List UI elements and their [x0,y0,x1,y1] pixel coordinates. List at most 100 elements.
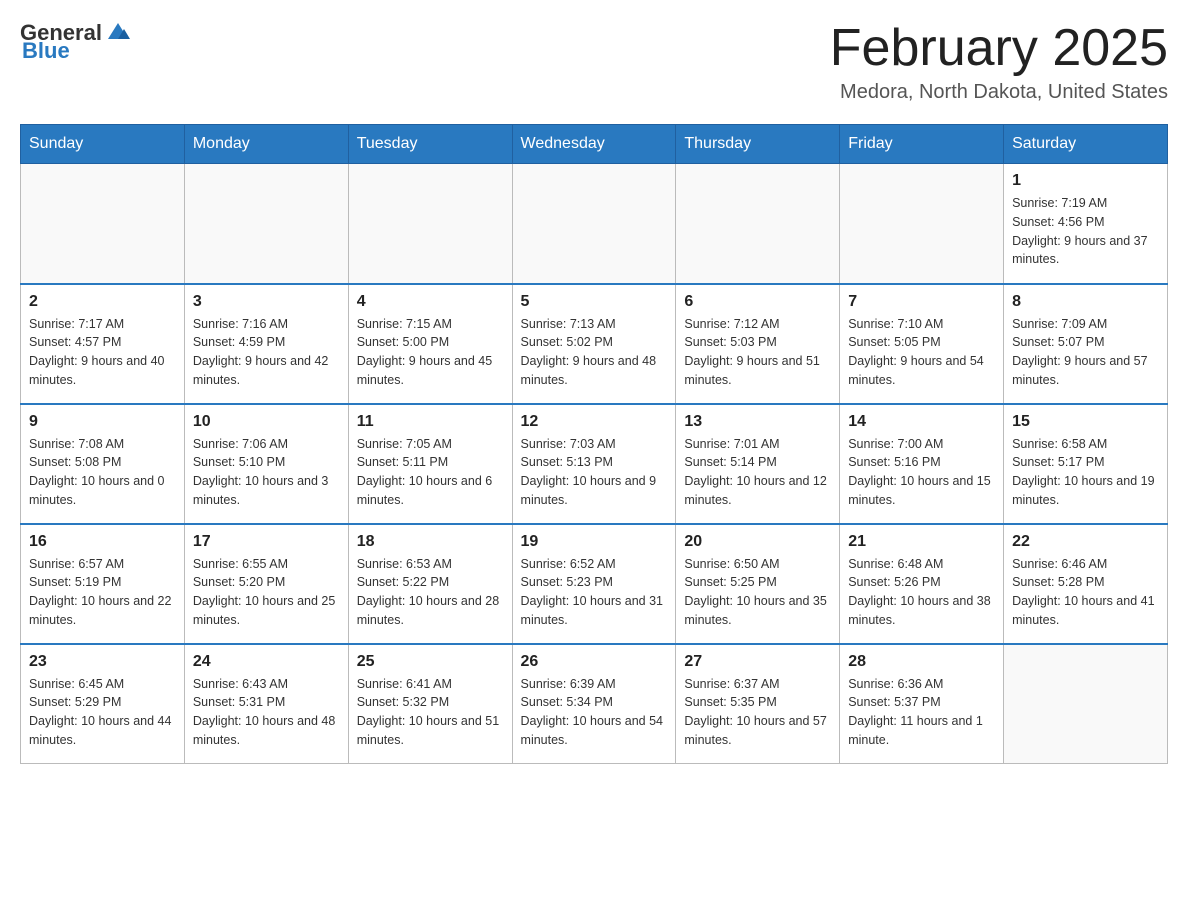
calendar-day-cell [184,164,348,284]
day-number: 27 [684,653,831,671]
calendar-day-cell [348,164,512,284]
logo-icon [104,17,132,45]
calendar-week-row: 9Sunrise: 7:08 AMSunset: 5:08 PMDaylight… [21,404,1168,524]
day-number: 14 [848,413,995,431]
day-number: 5 [521,293,668,311]
calendar-week-row: 1 Sunrise: 7:19 AMSunset: 4:56 PMDaylight… [21,164,1168,284]
day-number: 28 [848,653,995,671]
day-sun-info: Sunrise: 7:12 AMSunset: 5:03 PMDaylight:… [684,315,831,390]
calendar-day-cell: 16 Sunrise: 6:57 AMSunset: 5:19 PMDayligh… [21,524,185,644]
calendar-day-cell: 20 Sunrise: 6:50 AMSunset: 5:25 PMDayligh… [676,524,840,644]
calendar-day-cell: 27 Sunrise: 6:37 AMSunset: 5:35 PMDayligh… [676,644,840,764]
day-sun-info: Sunrise: 7:15 AMSunset: 5:00 PMDaylight:… [357,315,504,390]
calendar-week-row: 23 Sunrise: 6:45 AMSunset: 5:29 PMDayligh… [21,644,1168,764]
day-number: 22 [1012,533,1159,551]
calendar-day-cell: 12 Sunrise: 7:03 AMSunset: 5:13 PMDayligh… [512,404,676,524]
calendar-table: SundayMondayTuesdayWednesdayThursdayFrid… [20,124,1168,764]
calendar-header-row: SundayMondayTuesdayWednesdayThursdayFrid… [21,125,1168,164]
day-of-week-header: Saturday [1004,125,1168,164]
day-sun-info: Sunrise: 6:37 AMSunset: 5:35 PMDaylight:… [684,675,831,750]
calendar-day-cell [21,164,185,284]
day-number: 21 [848,533,995,551]
day-number: 24 [193,653,340,671]
day-number: 10 [193,413,340,431]
day-of-week-header: Friday [840,125,1004,164]
day-number: 23 [29,653,176,671]
month-title: February 2025 [830,20,1168,77]
day-number: 3 [193,293,340,311]
day-sun-info: Sunrise: 7:03 AMSunset: 5:13 PMDaylight:… [521,435,668,510]
day-sun-info: Sunrise: 6:43 AMSunset: 5:31 PMDaylight:… [193,675,340,750]
calendar-day-cell: 24 Sunrise: 6:43 AMSunset: 5:31 PMDayligh… [184,644,348,764]
day-sun-info: Sunrise: 6:39 AMSunset: 5:34 PMDaylight:… [521,675,668,750]
day-sun-info: Sunrise: 6:52 AMSunset: 5:23 PMDaylight:… [521,555,668,630]
day-number: 17 [193,533,340,551]
day-sun-info: Sunrise: 6:57 AMSunset: 5:19 PMDaylight:… [29,555,176,630]
day-sun-info: Sunrise: 7:08 AMSunset: 5:08 PMDaylight:… [29,435,176,510]
logo-blue-text: Blue [22,38,70,64]
day-sun-info: Sunrise: 6:46 AMSunset: 5:28 PMDaylight:… [1012,555,1159,630]
day-sun-info: Sunrise: 7:06 AMSunset: 5:10 PMDaylight:… [193,435,340,510]
calendar-day-cell: 1 Sunrise: 7:19 AMSunset: 4:56 PMDaylight… [1004,164,1168,284]
calendar-day-cell: 11 Sunrise: 7:05 AMSunset: 5:11 PMDayligh… [348,404,512,524]
calendar-day-cell: 4Sunrise: 7:15 AMSunset: 5:00 PMDaylight… [348,284,512,404]
calendar-day-cell: 14 Sunrise: 7:00 AMSunset: 5:16 PMDayligh… [840,404,1004,524]
calendar-day-cell: 15Sunrise: 6:58 AMSunset: 5:17 PMDayligh… [1004,404,1168,524]
logo: General Blue [20,20,132,64]
calendar-day-cell: 2 Sunrise: 7:17 AMSunset: 4:57 PMDaylight… [21,284,185,404]
day-sun-info: Sunrise: 7:00 AMSunset: 5:16 PMDaylight:… [848,435,995,510]
day-sun-info: Sunrise: 7:05 AMSunset: 5:11 PMDaylight:… [357,435,504,510]
day-of-week-header: Tuesday [348,125,512,164]
calendar-week-row: 16 Sunrise: 6:57 AMSunset: 5:19 PMDayligh… [21,524,1168,644]
day-sun-info: Sunrise: 7:17 AMSunset: 4:57 PMDaylight:… [29,315,176,390]
calendar-week-row: 2 Sunrise: 7:17 AMSunset: 4:57 PMDaylight… [21,284,1168,404]
day-number: 25 [357,653,504,671]
day-sun-info: Sunrise: 7:01 AMSunset: 5:14 PMDaylight:… [684,435,831,510]
day-number: 20 [684,533,831,551]
day-of-week-header: Sunday [21,125,185,164]
day-number: 15 [1012,413,1159,431]
day-sun-info: Sunrise: 6:53 AMSunset: 5:22 PMDaylight:… [357,555,504,630]
day-number: 1 [1012,172,1159,190]
calendar-day-cell: 9Sunrise: 7:08 AMSunset: 5:08 PMDaylight… [21,404,185,524]
day-number: 11 [357,413,504,431]
day-sun-info: Sunrise: 6:48 AMSunset: 5:26 PMDaylight:… [848,555,995,630]
day-number: 13 [684,413,831,431]
calendar-day-cell: 3 Sunrise: 7:16 AMSunset: 4:59 PMDaylight… [184,284,348,404]
calendar-day-cell: 28 Sunrise: 6:36 AMSunset: 5:37 PMDayligh… [840,644,1004,764]
calendar-day-cell: 13 Sunrise: 7:01 AMSunset: 5:14 PMDayligh… [676,404,840,524]
day-of-week-header: Monday [184,125,348,164]
day-sun-info: Sunrise: 6:55 AMSunset: 5:20 PMDaylight:… [193,555,340,630]
day-number: 18 [357,533,504,551]
day-sun-info: Sunrise: 6:45 AMSunset: 5:29 PMDaylight:… [29,675,176,750]
day-sun-info: Sunrise: 7:10 AMSunset: 5:05 PMDaylight:… [848,315,995,390]
day-sun-info: Sunrise: 7:16 AMSunset: 4:59 PMDaylight:… [193,315,340,390]
day-number: 12 [521,413,668,431]
day-number: 7 [848,293,995,311]
day-of-week-header: Wednesday [512,125,676,164]
calendar-day-cell: 5 Sunrise: 7:13 AMSunset: 5:02 PMDaylight… [512,284,676,404]
calendar-day-cell [840,164,1004,284]
calendar-day-cell [676,164,840,284]
day-sun-info: Sunrise: 6:41 AMSunset: 5:32 PMDaylight:… [357,675,504,750]
calendar-day-cell: 17 Sunrise: 6:55 AMSunset: 5:20 PMDayligh… [184,524,348,644]
calendar-day-cell: 10 Sunrise: 7:06 AMSunset: 5:10 PMDayligh… [184,404,348,524]
day-sun-info: Sunrise: 6:36 AMSunset: 5:37 PMDaylight:… [848,675,995,750]
calendar-day-cell: 23 Sunrise: 6:45 AMSunset: 5:29 PMDayligh… [21,644,185,764]
calendar-day-cell: 8Sunrise: 7:09 AMSunset: 5:07 PMDaylight… [1004,284,1168,404]
day-sun-info: Sunrise: 6:50 AMSunset: 5:25 PMDaylight:… [684,555,831,630]
title-section: February 2025 Medora, North Dakota, Unit… [830,20,1168,104]
calendar-day-cell: 6Sunrise: 7:12 AMSunset: 5:03 PMDaylight… [676,284,840,404]
day-number: 26 [521,653,668,671]
calendar-day-cell: 22 Sunrise: 6:46 AMSunset: 5:28 PMDayligh… [1004,524,1168,644]
calendar-day-cell: 25 Sunrise: 6:41 AMSunset: 5:32 PMDayligh… [348,644,512,764]
day-sun-info: Sunrise: 7:13 AMSunset: 5:02 PMDaylight:… [521,315,668,390]
day-number: 2 [29,293,176,311]
calendar-day-cell: 21 Sunrise: 6:48 AMSunset: 5:26 PMDayligh… [840,524,1004,644]
page-header: General Blue February 2025 Medora, North… [20,20,1168,104]
calendar-day-cell [512,164,676,284]
calendar-day-cell: 19Sunrise: 6:52 AMSunset: 5:23 PMDayligh… [512,524,676,644]
day-sun-info: Sunrise: 7:19 AMSunset: 4:56 PMDaylight:… [1012,194,1159,269]
day-number: 16 [29,533,176,551]
calendar-day-cell [1004,644,1168,764]
